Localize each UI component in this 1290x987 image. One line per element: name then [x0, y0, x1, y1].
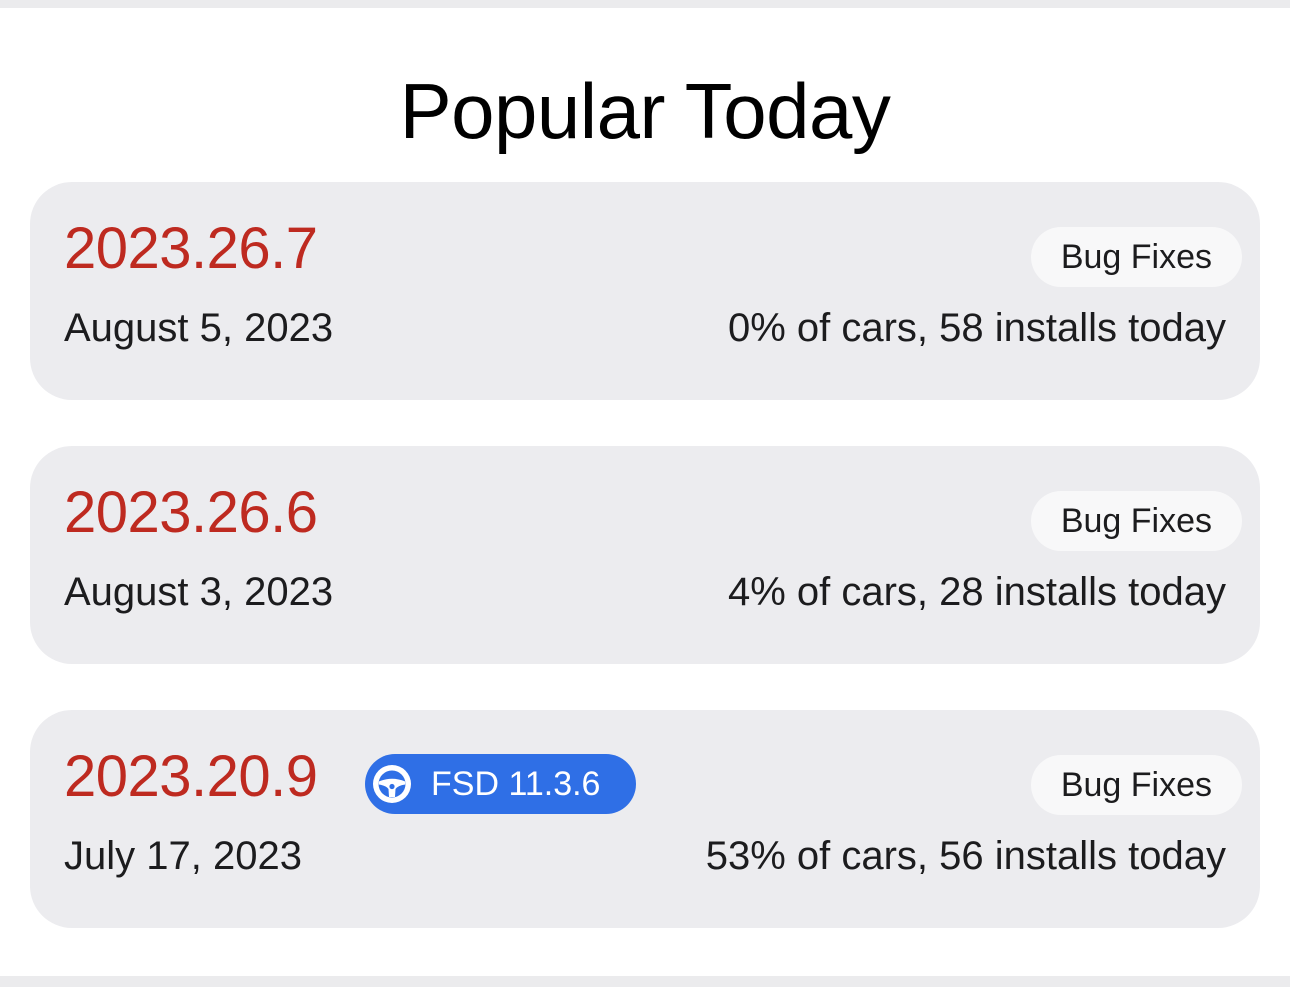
- fsd-version-label: FSD 11.3.6: [431, 765, 601, 803]
- release-card-1[interactable]: 2023.26.7 Bug Fixes August 5, 2023 0% of…: [30, 182, 1260, 400]
- release-card-2[interactable]: 2023.26.6 Bug Fixes August 3, 2023 4% of…: [30, 446, 1260, 664]
- page-title: Popular Today: [399, 67, 891, 155]
- release-type-badge: Bug Fixes: [1030, 755, 1242, 815]
- release-version: 2023.26.7: [64, 216, 318, 281]
- release-date: August 3, 2023: [64, 570, 334, 614]
- release-date: July 17, 2023: [64, 834, 302, 878]
- release-version: 2023.20.9: [64, 744, 318, 809]
- release-version: 2023.26.6: [64, 480, 318, 545]
- release-date: August 5, 2023: [64, 306, 334, 350]
- release-card-3[interactable]: 2023.20.9 FSD 11.3.6 Bug Fixes July 17, …: [30, 710, 1260, 928]
- steering-wheel-icon: [373, 765, 411, 803]
- install-stats: 4% of cars, 28 installs today: [727, 570, 1226, 614]
- install-stats: 53% of cars, 56 installs today: [705, 834, 1226, 878]
- fsd-version-tag: FSD 11.3.6: [365, 754, 636, 814]
- install-stats: 0% of cars, 58 installs today: [727, 306, 1226, 350]
- popular-today-panel: Popular Today 2023.26.7 Bug Fixes August…: [0, 8, 1290, 976]
- release-type-badge: Bug Fixes: [1030, 227, 1242, 287]
- release-type-badge: Bug Fixes: [1030, 491, 1242, 551]
